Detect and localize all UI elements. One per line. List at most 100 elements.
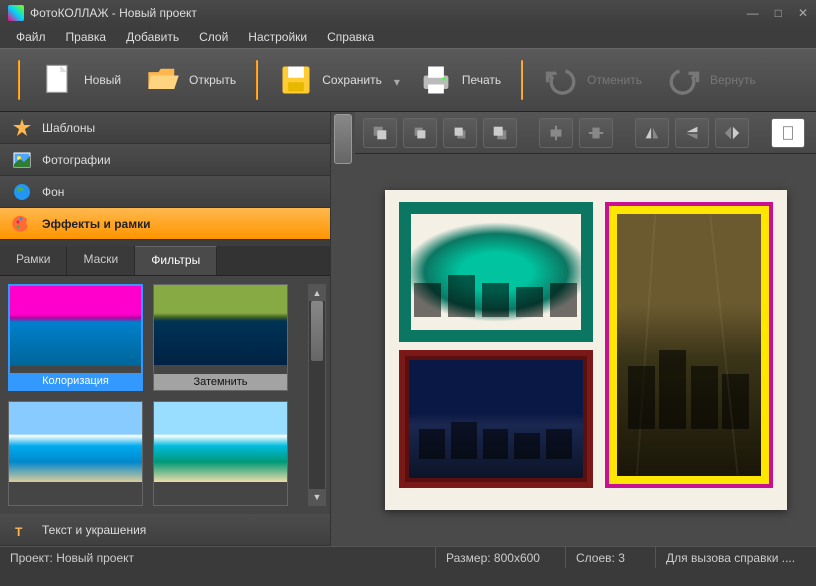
category-label: Текст и украшения: [42, 523, 146, 537]
filter-preview: [154, 285, 287, 365]
toolbar-separator: [521, 60, 523, 100]
layer-back-button[interactable]: [363, 118, 397, 148]
tab-filters[interactable]: Фильтры: [135, 246, 217, 275]
collage-photo-2[interactable]: [399, 350, 593, 488]
folder-open-icon: [145, 62, 181, 98]
menu-bar: Файл Правка Добавить Слой Настройки Спра…: [0, 26, 816, 48]
menu-settings[interactable]: Настройки: [240, 28, 315, 46]
menu-edit[interactable]: Правка: [58, 28, 115, 46]
category-label: Эффекты и рамки: [42, 217, 151, 231]
align-center-h-button[interactable]: [539, 118, 573, 148]
tab-frames[interactable]: Рамки: [0, 246, 67, 275]
page-button[interactable]: [771, 118, 805, 148]
palette-icon: [12, 214, 32, 234]
printer-icon: [418, 62, 454, 98]
filter-preview: [9, 402, 142, 482]
flip-v-button[interactable]: [675, 118, 709, 148]
scroll-up-icon[interactable]: ▲: [309, 285, 325, 301]
layer-backward-button[interactable]: [403, 118, 437, 148]
status-size-value: 800x600: [494, 551, 540, 565]
filter-caption: Затемнить: [154, 374, 287, 390]
open-label: Открыть: [189, 73, 236, 87]
scroll-down-icon[interactable]: ▼: [309, 489, 325, 505]
canvas-toolbar: [355, 112, 816, 154]
floppy-icon: [278, 62, 314, 98]
menu-help[interactable]: Справка: [319, 28, 382, 46]
filter-item[interactable]: [153, 401, 288, 506]
menu-add[interactable]: Добавить: [118, 28, 187, 46]
undo-icon: [543, 62, 579, 98]
status-project: Проект: Новый проект: [0, 547, 436, 568]
thumbnails-scrollbar[interactable]: ▲ ▼: [308, 284, 326, 506]
window-title: ФотоКОЛЛАЖ - Новый проект: [30, 6, 197, 20]
print-label: Печать: [462, 73, 501, 87]
maximize-button[interactable]: □: [775, 6, 782, 20]
redo-button[interactable]: Вернуть: [656, 56, 766, 104]
redo-label: Вернуть: [710, 73, 756, 87]
status-bar: Проект: Новый проект Размер: 800x600 Сло…: [0, 546, 816, 568]
collage-canvas[interactable]: [385, 190, 787, 510]
filter-thumbnails: Колоризация Затемнить ▲: [0, 276, 330, 514]
scrollbar-thumb[interactable]: [311, 301, 323, 361]
flip-h-button[interactable]: [635, 118, 669, 148]
category-effects[interactable]: Эффекты и рамки: [0, 208, 330, 240]
save-dropdown-icon[interactable]: ▾: [394, 75, 404, 85]
new-button[interactable]: Новый: [30, 56, 131, 104]
category-background[interactable]: Фон: [0, 176, 330, 208]
status-layers-value: 3: [618, 551, 625, 565]
category-photos[interactable]: Фотографии: [0, 144, 330, 176]
layer-forward-button[interactable]: [443, 118, 477, 148]
status-help: Для вызова справки ....: [656, 547, 816, 568]
title-bar: ФотоКОЛЛАЖ - Новый проект — □ ✕: [0, 0, 816, 26]
new-file-icon: [40, 62, 76, 98]
open-button[interactable]: Открыть: [135, 56, 246, 104]
save-button[interactable]: Сохранить: [268, 56, 392, 104]
category-label: Фон: [42, 185, 64, 199]
close-button[interactable]: ✕: [798, 6, 808, 20]
filter-preview: [154, 402, 287, 482]
filter-colorize[interactable]: Колоризация: [8, 284, 143, 391]
filter-preview: [10, 286, 141, 366]
undo-button[interactable]: Отменить: [533, 56, 652, 104]
redo-icon: [666, 62, 702, 98]
collage-photo-3[interactable]: [605, 202, 773, 488]
svg-text:T: T: [15, 525, 23, 539]
menu-file[interactable]: Файл: [8, 28, 54, 46]
new-label: Новый: [84, 73, 121, 87]
text-icon: T: [12, 520, 32, 540]
status-project-name: Новый проект: [56, 551, 134, 565]
save-label: Сохранить: [322, 73, 382, 87]
collage-photo-1[interactable]: [399, 202, 593, 342]
scrollbar-thumb[interactable]: [334, 114, 352, 164]
sidebar-scrollbar[interactable]: [330, 112, 355, 546]
tab-masks[interactable]: Маски: [67, 246, 135, 275]
globe-icon: [12, 182, 32, 202]
status-size-label: Размер:: [446, 551, 491, 565]
filter-caption: Колоризация: [10, 373, 141, 389]
canvas-area: [355, 112, 816, 546]
status-layers: Слоев: 3: [566, 547, 656, 568]
category-text[interactable]: T Текст и украшения: [0, 514, 330, 546]
canvas-viewport[interactable]: [355, 154, 816, 546]
category-label: Фотографии: [42, 153, 111, 167]
star-icon: [12, 118, 32, 138]
category-templates[interactable]: Шаблоны: [0, 112, 330, 144]
category-label: Шаблоны: [42, 121, 95, 135]
effects-tabs: Рамки Маски Фильтры: [0, 246, 330, 276]
photo-icon: [12, 150, 32, 170]
minimize-button[interactable]: —: [747, 6, 759, 20]
toolbar-separator: [18, 60, 20, 100]
status-size: Размер: 800x600: [436, 547, 566, 568]
sidebar: Шаблоны Фотографии Фон Эффекты и рамки Р…: [0, 112, 355, 546]
print-button[interactable]: Печать: [408, 56, 511, 104]
status-project-label: Проект:: [10, 551, 53, 565]
app-icon: [8, 5, 24, 21]
undo-label: Отменить: [587, 73, 642, 87]
filter-item[interactable]: [8, 401, 143, 506]
main-toolbar: Новый Открыть Сохранить ▾ Печать Отменит…: [0, 48, 816, 112]
menu-layer[interactable]: Слой: [191, 28, 236, 46]
align-center-v-button[interactable]: [579, 118, 613, 148]
mirror-button[interactable]: [715, 118, 749, 148]
layer-front-button[interactable]: [483, 118, 517, 148]
filter-darken[interactable]: Затемнить: [153, 284, 288, 391]
